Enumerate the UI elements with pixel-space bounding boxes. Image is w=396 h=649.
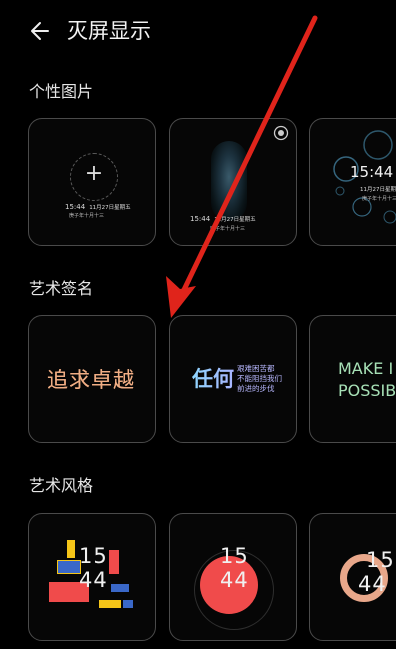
preview-time: 15:44	[65, 203, 86, 211]
signature-line: 艰难困苦都	[237, 364, 275, 373]
preview-time: 15:44	[190, 215, 211, 223]
signature-big-text: 任何	[192, 363, 234, 393]
style-card-blocks[interactable]: 15 44	[28, 513, 156, 641]
personal-image-card-bubbles[interactable]: 15:44 11月27日星期五 庚子年十月十三	[309, 118, 396, 246]
style-block	[57, 560, 81, 574]
style-block	[123, 600, 133, 608]
style-block	[67, 540, 75, 558]
selected-indicator-icon	[273, 125, 289, 141]
style-hour: 15	[220, 544, 249, 568]
preview-time-date: 15:44 11月27日星期五	[65, 203, 131, 211]
preview-date: 11月27日星期五	[214, 217, 256, 223]
back-arrow-icon[interactable]	[26, 16, 56, 46]
signature-card-2[interactable]: 任何 艰难困苦都 不能阻挡我们 前进的步伐	[169, 315, 297, 443]
style-card-red-circle[interactable]: 15 44	[169, 513, 297, 641]
style-card-gold-ring[interactable]: 15 44	[309, 513, 396, 641]
signature-english-text: MAKE I POSSIB	[338, 358, 396, 402]
preview-lunar: 庚子年十月十三	[69, 213, 105, 219]
signature-line: POSSIB	[338, 381, 396, 400]
style-hour: 15	[79, 544, 108, 568]
preview-time: 15:44	[350, 163, 394, 181]
signature-line: MAKE I	[338, 359, 394, 378]
section-title-art-style: 艺术风格	[29, 476, 94, 495]
signature-card-1[interactable]: 追求卓越	[28, 315, 156, 443]
signature-card-3[interactable]: MAKE I POSSIB	[309, 315, 396, 443]
section-title-personal-image: 个性图片	[29, 82, 94, 101]
signature-text: 追求卓越	[47, 364, 135, 394]
section-title-art-signature: 艺术签名	[29, 279, 94, 298]
personal-image-card-photo[interactable]: 15:44 11月27日星期五 庚子年十月十三	[169, 118, 297, 246]
preview-time-date: 15:44 11月27日星期五	[190, 215, 256, 223]
style-block	[111, 584, 129, 592]
style-hour: 15	[366, 548, 395, 572]
style-minute: 44	[220, 568, 249, 592]
plus-icon: +	[84, 161, 104, 186]
add-personal-image-card[interactable]: + 15:44 11月27日星期五 庚子年十月十三	[28, 118, 156, 246]
preview-lunar: 庚子年十月十三	[362, 196, 396, 202]
style-block	[109, 550, 119, 574]
screen: 灭屏显示 个性图片 + 15:44 11月27日星期五 庚子年十月十三 15:44…	[0, 0, 396, 649]
bubbles-image	[333, 130, 396, 224]
signature-line: 不能阻挡我们	[237, 374, 282, 383]
preview-lunar: 庚子年十月十三	[210, 226, 246, 232]
preview-date: 11月27日星期五	[89, 205, 131, 211]
preview-date: 11月27日星期五	[360, 187, 396, 193]
style-minute: 44	[358, 572, 387, 596]
style-block	[99, 600, 121, 608]
style-minute: 44	[79, 568, 108, 592]
header: 灭屏显示	[0, 0, 396, 62]
page-title: 灭屏显示	[67, 19, 151, 43]
photo-thumbnail	[211, 141, 247, 221]
signature-line: 前进的步伐	[237, 384, 275, 393]
signature-small-text: 艰难困苦都 不能阻挡我们 前进的步伐	[237, 364, 282, 394]
